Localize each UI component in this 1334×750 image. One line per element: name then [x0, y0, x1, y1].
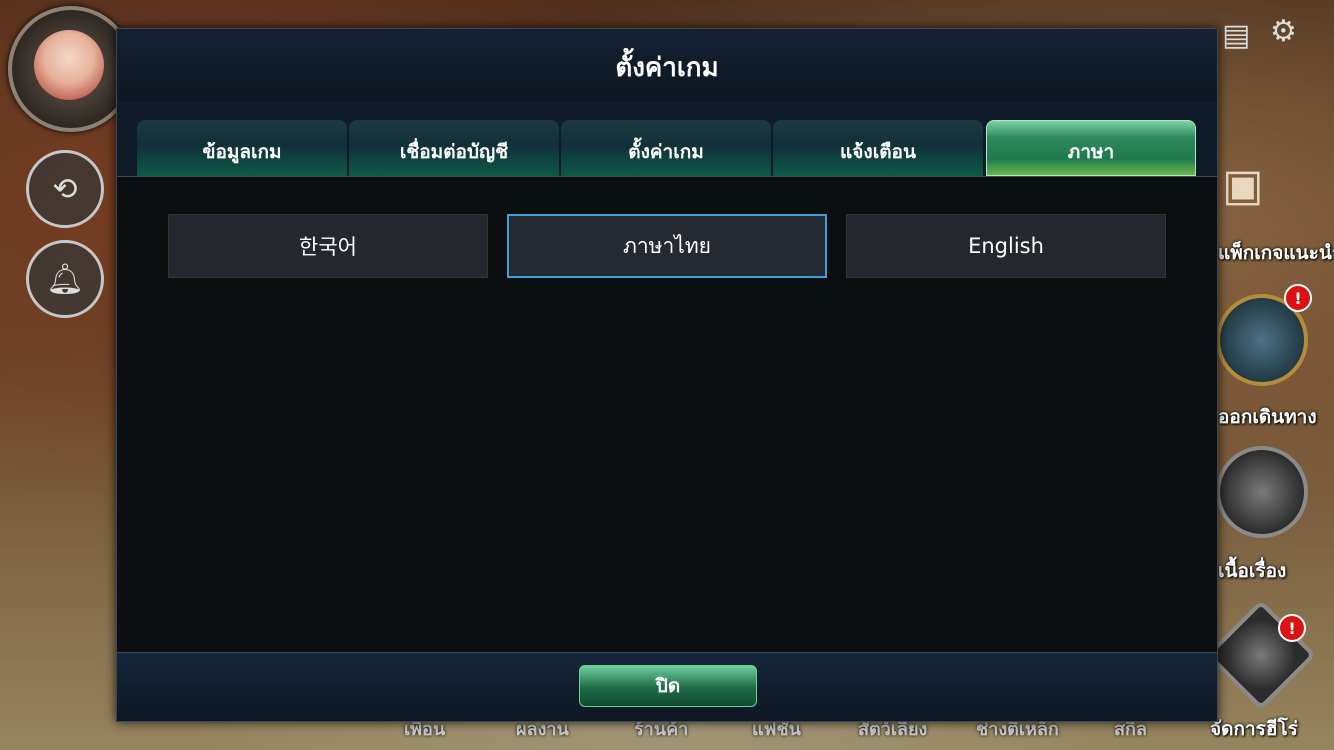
manage-heroes-label[interactable]: จัดการฮีโร่	[1210, 714, 1298, 744]
tab-bar: ข้อมูลเกม เชื่อมต่อบัญชี ตั้งค่าเกม แจ้ง…	[117, 102, 1217, 177]
tab-notifications[interactable]: แจ้งเตือน	[773, 120, 983, 176]
journey-label[interactable]: ออกเดินทาง	[1218, 402, 1317, 432]
language-korean-button[interactable]: 한국어	[168, 214, 488, 278]
tab-game-info[interactable]: ข้อมูลเกม	[137, 120, 347, 176]
helmet-switch-icon[interactable]: ⟲	[26, 150, 104, 228]
package-menu-label[interactable]: แพ็กเกจแนะนำ	[1218, 238, 1334, 268]
story-icon[interactable]	[1216, 446, 1308, 538]
dialog-title: ตั้งค่าเกม	[615, 53, 719, 83]
journey-alert-badge: !	[1284, 284, 1312, 312]
dialog-footer: ปิด	[117, 652, 1217, 721]
settings-dialog: ตั้งค่าเกม ข้อมูลเกม เชื่อมต่อบัญชี ตั้ง…	[116, 28, 1218, 722]
treasure-chest-icon[interactable]: ▣	[1222, 160, 1264, 211]
gear-icon[interactable]: ⚙	[1270, 14, 1297, 49]
bell-icon[interactable]: 🔔︎	[26, 240, 104, 318]
story-label[interactable]: เนื้อเรื่อง	[1218, 556, 1286, 586]
language-thai-button[interactable]: ภาษาไทย	[507, 214, 827, 278]
dialog-header: ตั้งค่าเกม	[117, 29, 1217, 103]
close-button[interactable]: ปิด	[579, 665, 757, 707]
tab-game-settings[interactable]: ตั้งค่าเกม	[561, 120, 771, 176]
mailbox-icon[interactable]: ▤	[1222, 18, 1250, 53]
tab-language[interactable]: ภาษา	[986, 120, 1196, 176]
tab-account-link[interactable]: เชื่อมต่อบัญชี	[349, 120, 559, 176]
avatar-portrait	[34, 30, 104, 100]
language-english-button[interactable]: English	[846, 214, 1166, 278]
hero-alert-badge: !	[1278, 614, 1306, 642]
